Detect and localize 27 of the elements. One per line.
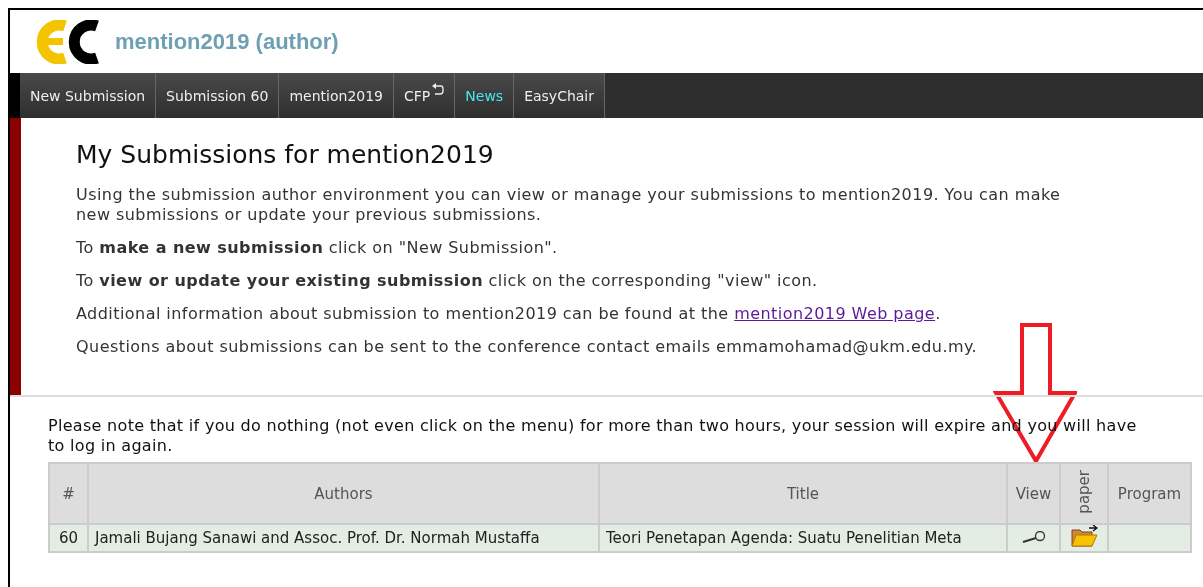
nav-tab[interactable]: mention2019 [279,73,394,118]
nav-tab[interactable]: News [455,73,515,118]
column-header: # [62,484,75,503]
paragraph: To make a new submission click on "New Submission". [76,238,559,258]
paragraph: Using the submission author environment you can view or manage your submissions to mention2019. You can make new submissions or update your previous submissions. [76,185,1062,225]
paragraph: To view or update your existing submission click on the corresponding "view" icon. [76,271,819,291]
paragraph: Additional information about submission to mention2019 can be found at the mention2019 Web page. [76,304,942,324]
nav-tab[interactable]: EasyChair [514,73,606,118]
column-header: View [1015,484,1052,503]
table-cell: Teori Penetapan Agenda: Suatu Penelitian Meta [599,524,1007,552]
page-heading: My Submissions for mention2019 [76,140,495,169]
web-page-link[interactable]: mention2019 Web page [734,304,936,323]
return-arrow-icon [432,83,445,97]
table-cell: 60 [49,524,88,552]
paragraph: Questions about submissions can be sent to the conference contact emails emmamohamad@ukm.edu.my. [76,337,979,357]
nav-tab[interactable]: New Submission [20,73,157,118]
logo-icon [35,19,101,64]
table-cell: Jamali Bujang Sanawi and Assoc. Prof. Dr. Normah Mustaffa [88,524,599,552]
magnifier-icon[interactable] [1020,531,1047,543]
column-header: Title [786,484,820,503]
column-header: Program [1117,484,1182,503]
column-header: Authors [314,484,373,503]
column-header: paper [1075,469,1093,514]
page-title: mention2019 (author) [115,28,339,55]
folder-icon[interactable] [1070,525,1098,547]
nav-tab[interactable]: Submission 60 [156,73,280,118]
nav-tab[interactable]: CFP [394,73,456,118]
